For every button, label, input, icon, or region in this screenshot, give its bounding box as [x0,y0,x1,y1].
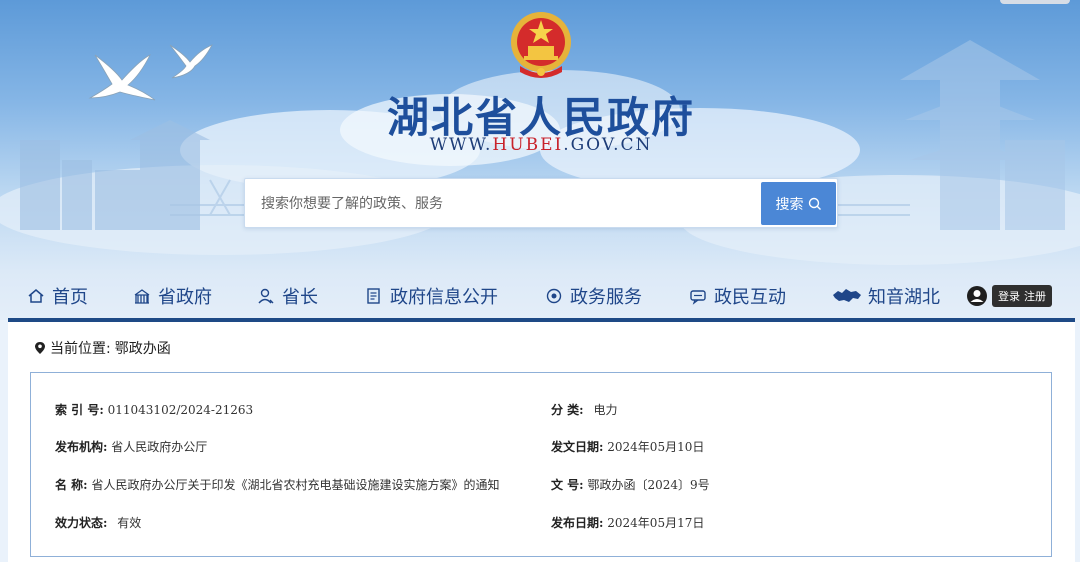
info-issue-date: 发文日期: 2024年05月10日 [551,438,704,455]
nav-item-provincial-government[interactable]: 省政府 [132,282,212,310]
nav-label-home: 首页 [52,287,88,308]
info-publisher: 发布机构: 省人民政府办公厅 [55,438,207,455]
info-publish-date-value: 2024年05月17日 [607,516,705,530]
info-publish-date-label: 发布日期: [551,516,604,530]
nav-label-public-interaction: 政民互动 [714,287,786,308]
main-nav: 首页 省政府 省长 政府信息公开 政务服务 政民互动 知音湖北 [0,270,1080,320]
login-link[interactable]: 登录 [998,288,1020,304]
info-name-value: 省人民政府办公厅关于印发《湖北省农村充电基础设施建设实施方案》的通知 [91,478,500,492]
nav-item-public-interaction[interactable]: 政民互动 [688,282,786,310]
info-name: 名 称: 省人民政府办公厅关于印发《湖北省农村充电基础设施建设实施方案》的通知 [55,476,499,493]
url-suffix: .GOV.CN [563,135,653,155]
info-doc-number-label: 文 号: [551,478,584,492]
info-name-label: 名 称: [55,478,88,492]
home-icon [26,286,46,306]
nav-label-zhiyin-hubei: 知音湖北 [868,287,940,308]
search-input[interactable] [253,183,753,225]
person-icon [256,286,276,306]
info-status-value: 有效 [117,516,142,530]
search-button-label: 搜索 [775,196,804,213]
header-banner: 湖北省人民政府 WWW.HUBEI.GOV.CN 搜索 [0,0,1080,270]
search-button[interactable]: 搜索 [761,182,836,225]
service-icon [544,286,564,306]
info-issue-date-value: 2024年05月10日 [607,440,705,454]
breadcrumb-current[interactable]: 鄂政办函 [115,338,171,358]
url-prefix: WWW. [429,135,493,155]
info-index-value: 011043102/2024-21263 [107,403,254,417]
nav-item-zhiyin-hubei[interactable]: 知音湖北 [832,282,940,310]
nav-label-gov-services: 政务服务 [570,287,642,308]
info-index: 索 引 号: 011043102/2024-21263 [55,401,253,418]
register-link[interactable]: 注册 [1024,288,1046,304]
info-doc-number-value: 鄂政办函〔2024〕9号 [587,478,710,492]
info-publish-date: 发布日期: 2024年05月17日 [551,514,704,531]
info-status-label: 效力状态: [55,516,108,530]
hubei-map-icon [832,286,862,306]
building-icon [132,286,152,306]
nav-item-gov-info-disclosure[interactable]: 政府信息公开 [364,282,498,310]
info-index-label: 索 引 号: [55,403,104,417]
chat-icon [688,286,708,306]
nav-label-gov-info-disclosure: 政府信息公开 [390,287,498,308]
top-corner-tab [1000,0,1070,4]
breadcrumb: 当前位置: 鄂政办函 [34,338,171,358]
location-pin-icon [35,342,45,354]
breadcrumb-prefix: 当前位置: [50,341,111,357]
nav-item-gov-services[interactable]: 政务服务 [544,282,642,310]
national-emblem-icon [511,12,571,78]
info-doc-number: 文 号: 鄂政办函〔2024〕9号 [551,476,710,493]
user-login-area: 登录 注册 [966,283,1052,309]
info-category-value: 电力 [593,403,618,417]
info-publisher-value: 省人民政府办公厅 [111,440,208,454]
info-publisher-label: 发布机构: [55,440,108,454]
document-icon [364,286,384,306]
info-category-label: 分 类: [551,403,584,417]
url-highlight: HUBEI [492,135,564,155]
site-url: WWW.HUBEI.GOV.CN [0,135,1080,155]
nav-label-provincial-government: 省政府 [158,287,212,308]
nav-item-governor[interactable]: 省长 [256,282,318,310]
info-issue-date-label: 发文日期: [551,440,604,454]
document-info-table: 索 引 号: 011043102/2024-21263 分 类: 电力 发布机构… [30,372,1052,557]
content-panel: 当前位置: 鄂政办函 索 引 号: 011043102/2024-21263 分… [8,322,1075,562]
info-category: 分 类: 电力 [551,401,617,418]
info-status: 效力状态: 有效 [55,514,141,531]
user-avatar-icon[interactable] [966,285,988,307]
search-icon [808,197,821,210]
nav-item-home[interactable]: 首页 [26,282,88,310]
nav-label-governor: 省长 [282,287,318,308]
search-bar: 搜索 [244,178,838,228]
login-register-button[interactable]: 登录 注册 [992,285,1052,307]
